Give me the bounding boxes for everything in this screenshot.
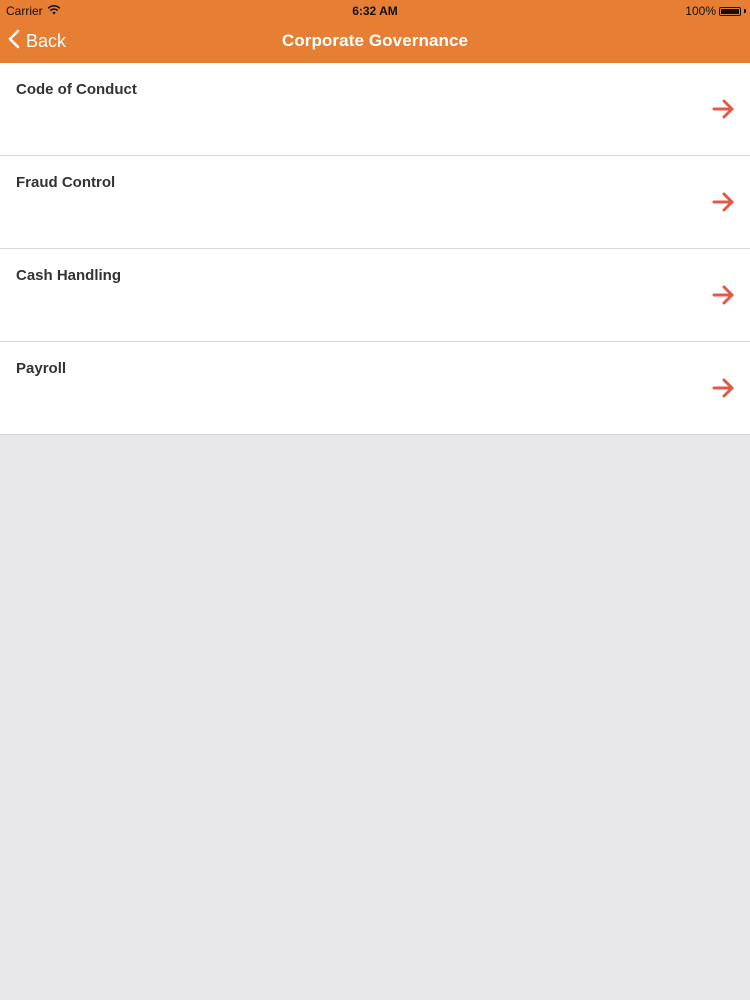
battery-tip	[744, 9, 746, 13]
arrow-right-icon[interactable]	[712, 192, 736, 217]
list-item-label: Fraud Control	[16, 174, 116, 191]
battery-percent: 100%	[685, 4, 716, 18]
header: Carrier 6:32 AM 100% Back Corporate Gove…	[0, 0, 750, 63]
governance-list: Code of Conduct Fraud Control Cash Handl…	[0, 63, 750, 435]
list-item-payroll[interactable]: Payroll	[0, 342, 750, 435]
arrow-right-icon[interactable]	[712, 99, 736, 124]
page-title: Corporate Governance	[281, 31, 469, 50]
status-right: 100%	[685, 4, 746, 18]
battery-fill	[721, 8, 739, 14]
nav-bar: Back Corporate Governance	[0, 20, 750, 63]
list-item-code-of-conduct[interactable]: Code of Conduct	[0, 63, 750, 156]
status-bar: Carrier 6:32 AM 100%	[0, 0, 750, 20]
list-item-cash-handling[interactable]: Cash Handling	[0, 249, 750, 342]
arrow-right-icon[interactable]	[712, 378, 736, 403]
list-item-fraud-control[interactable]: Fraud Control	[0, 156, 750, 249]
list-item-label: Payroll	[16, 360, 67, 377]
arrow-right-icon[interactable]	[712, 285, 736, 310]
list-item-label: Code of Conduct	[16, 81, 137, 98]
battery-icon	[719, 6, 741, 16]
status-time: 6:32 AM	[352, 4, 398, 18]
list-item-label: Cash Handling	[16, 267, 122, 284]
